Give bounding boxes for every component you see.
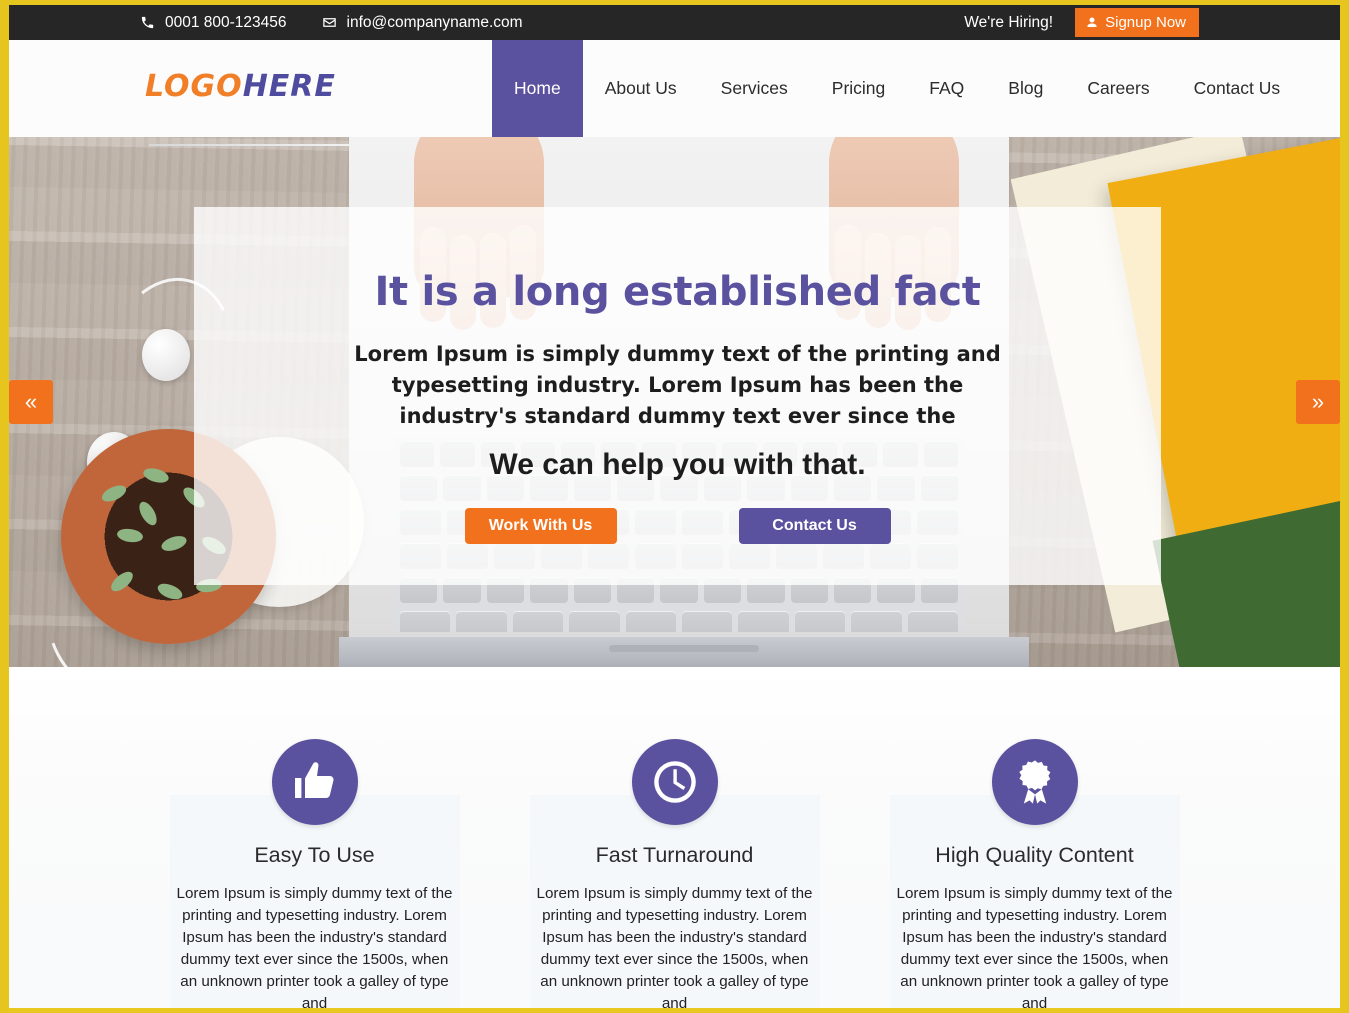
features-row: Easy To Use Lorem Ipsum is simply dummy … (9, 667, 1340, 1013)
email-contact[interactable]: info@companyname.com (321, 14, 523, 32)
top-bar-actions: We're Hiring! Signup Now (964, 5, 1199, 40)
hero-heading: It is a long established fact (374, 269, 981, 315)
logo-text-primary: LOGO (145, 69, 243, 104)
logo-text-secondary: HERE (242, 69, 336, 104)
carousel-next-arrow-icon[interactable]: » (1296, 380, 1340, 424)
feature-title: High Quality Content (935, 843, 1134, 867)
page-root: It is a long established fact Lorem Ipsu… (0, 0, 1349, 1013)
clock-icon (631, 739, 718, 825)
work-with-us-button[interactable]: Work With Us (464, 508, 617, 544)
logo-underline (149, 144, 359, 146)
top-bar-contact-group: 0001 800-123456 info@companyname.com (139, 5, 523, 40)
envelope-icon (321, 14, 338, 31)
phone-icon (139, 14, 156, 31)
page-border-top (0, 0, 1349, 5)
feature-text: Lorem Ipsum is simply dummy text of the … (896, 885, 1173, 1012)
feature-text: Lorem Ipsum is simply dummy text of the … (176, 885, 453, 1012)
nav-item-faq[interactable]: FAQ (907, 40, 986, 137)
feature-card: Fast Turnaround Lorem Ipsum is simply du… (495, 667, 855, 1013)
nav-item-services[interactable]: Services (699, 40, 810, 137)
phone-number: 0001 800-123456 (165, 13, 287, 31)
signup-now-label: Signup Now (1105, 13, 1186, 31)
user-icon (1087, 17, 1097, 27)
page-border-left (0, 0, 9, 1013)
nav-item-home[interactable]: Home (492, 40, 583, 137)
earbud-image (142, 329, 190, 381)
award-ribbon-icon (991, 739, 1078, 825)
hero-paragraph: Lorem Ipsum is simply dummy text of the … (354, 342, 1001, 428)
features-section: Easy To Use Lorem Ipsum is simply dummy … (9, 667, 1340, 1012)
thumbs-up-icon (271, 739, 358, 825)
site-header: LOGOHERE Home About Us Services Pricing … (9, 40, 1340, 146)
email-address: info@companyname.com (346, 13, 523, 31)
laptop-base-image (339, 637, 1029, 667)
hero-button-group: Work With Us Contact Us (194, 508, 1161, 544)
page-border-right (1340, 0, 1349, 1013)
feature-title: Easy To Use (254, 843, 375, 867)
nav-item-contact-us[interactable]: Contact Us (1172, 40, 1303, 137)
feature-card: Easy To Use Lorem Ipsum is simply dummy … (135, 667, 495, 1013)
feature-title: Fast Turnaround (595, 843, 754, 867)
nav-item-blog[interactable]: Blog (986, 40, 1065, 137)
nav-item-about-us[interactable]: About Us (583, 40, 699, 137)
hero-subheading: We can help you with that. (489, 448, 866, 481)
hero-carousel: It is a long established fact Lorem Ipsu… (9, 137, 1340, 667)
top-contact-bar: 0001 800-123456 info@companyname.com We'… (9, 5, 1340, 40)
nav-item-pricing[interactable]: Pricing (810, 40, 908, 137)
hiring-text: We're Hiring! (964, 13, 1054, 31)
nav-item-careers[interactable]: Careers (1065, 40, 1171, 137)
feature-text: Lorem Ipsum is simply dummy text of the … (536, 885, 813, 1012)
phone-contact[interactable]: 0001 800-123456 (139, 14, 287, 32)
carousel-prev-arrow-icon[interactable]: « (9, 380, 53, 424)
main-navigation: Home About Us Services Pricing FAQ Blog … (492, 40, 1302, 137)
hero-content-panel: It is a long established fact Lorem Ipsu… (194, 207, 1161, 585)
contact-us-button[interactable]: Contact Us (738, 508, 891, 544)
laptop-lip-image (609, 645, 759, 652)
signup-now-button[interactable]: Signup Now (1075, 8, 1199, 37)
site-logo[interactable]: LOGOHERE (145, 69, 336, 104)
feature-card: High Quality Content Lorem Ipsum is simp… (855, 667, 1215, 1013)
